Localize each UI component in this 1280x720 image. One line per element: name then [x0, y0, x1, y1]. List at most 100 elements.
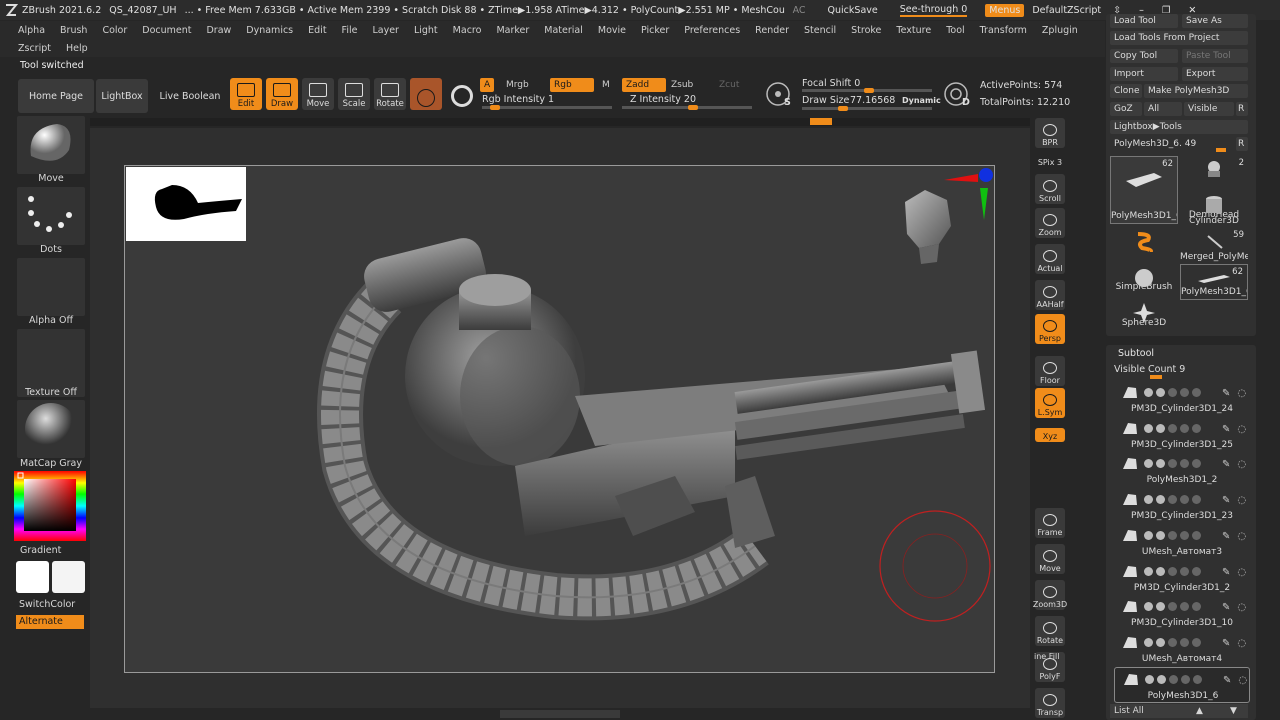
menu-marker[interactable]: Marker	[496, 25, 529, 36]
brush-edit-icon[interactable]: ✎	[1222, 638, 1230, 649]
timeline-track[interactable]	[90, 118, 1030, 126]
folder-dot-icon[interactable]	[1180, 459, 1189, 469]
lock-dot-icon[interactable]	[1168, 530, 1177, 540]
paste-tool-button[interactable]: Paste Tool	[1182, 49, 1248, 63]
shelf-spix-3-button[interactable]: SPix 3	[1035, 154, 1065, 168]
subtool-item[interactable]: ✎ ◌ PM3D_Cylinder3D1_24	[1114, 381, 1250, 417]
mode-dot-icon[interactable]	[1192, 495, 1201, 505]
tool-thumb[interactable]: Merged_PolyMe 59	[1180, 228, 1248, 264]
brush-edit-icon[interactable]: ✎	[1222, 459, 1230, 470]
lock-dot-icon[interactable]	[1168, 388, 1177, 397]
shelf-frame-button[interactable]: Frame	[1035, 508, 1065, 538]
material-selector[interactable]	[17, 400, 85, 458]
mrgb-toggle[interactable]: Mrgb	[502, 78, 533, 92]
shelf-l-sym-button[interactable]: L.Sym	[1035, 388, 1065, 418]
color-picker[interactable]	[14, 471, 86, 541]
polypaint-dot-icon[interactable]	[1157, 674, 1166, 684]
brush-edit-icon[interactable]: ✎	[1222, 388, 1230, 399]
lock-dot-icon[interactable]	[1168, 637, 1177, 647]
menu-preferences[interactable]: Preferences	[684, 25, 740, 36]
lightbox-tools-button[interactable]: Lightbox▶Tools	[1110, 120, 1248, 134]
draw-size-track[interactable]	[802, 106, 932, 111]
z-intensity-slider[interactable]: Z Intensity 20	[630, 94, 696, 105]
lock-dot-icon[interactable]	[1168, 423, 1177, 433]
folder-dot-icon[interactable]	[1180, 388, 1189, 397]
brush-edit-icon[interactable]: ✎	[1223, 675, 1231, 686]
subtool-item[interactable]: ✎ ◌ UMesh_Автомат4	[1114, 631, 1250, 667]
folder-dot-icon[interactable]	[1180, 530, 1189, 540]
polypaint-dot-icon[interactable]	[1156, 388, 1165, 397]
visible-count-knob[interactable]	[1150, 375, 1162, 379]
mode-dot-icon[interactable]	[1192, 637, 1201, 647]
rgb-intensity-slider[interactable]: Rgb Intensity 1	[482, 94, 554, 105]
import-button[interactable]: Import	[1110, 67, 1178, 81]
folder-dot-icon[interactable]	[1180, 423, 1189, 433]
folder-dot-icon[interactable]	[1180, 602, 1189, 612]
subtool-toggles[interactable]: ✎ ◌	[1144, 388, 1246, 399]
focal-shift-track[interactable]	[802, 88, 932, 93]
eye-icon[interactable]: ◌	[1237, 424, 1246, 435]
subtool-toggles[interactable]: ✎ ◌	[1144, 602, 1246, 613]
current-tool-r-button[interactable]: R	[1236, 137, 1248, 151]
shelf-zoom-button[interactable]: Zoom	[1035, 208, 1065, 238]
bottom-tray-toggle[interactable]	[500, 710, 620, 718]
see-through-slider[interactable]: See-through 0	[899, 4, 968, 17]
brush-edit-icon[interactable]: ✎	[1222, 602, 1230, 613]
scale-button[interactable]: Scale	[338, 78, 370, 110]
menu-transform[interactable]: Transform	[980, 25, 1027, 36]
zcut-toggle[interactable]: Zcut	[715, 78, 743, 92]
mode-dot-icon[interactable]	[1192, 388, 1201, 397]
eye-icon[interactable]: ◌	[1237, 388, 1246, 399]
menu-file[interactable]: File	[342, 25, 358, 36]
default-zscript-button[interactable]: DefaultZScript	[1032, 5, 1101, 16]
subtool-item[interactable]: ✎ ◌ PolyMesh3D1_6	[1114, 666, 1250, 703]
zadd-toggle[interactable]: Zadd	[622, 78, 666, 92]
mode-dot-icon[interactable]	[1192, 602, 1201, 612]
rgb-intensity-knob[interactable]	[490, 105, 500, 110]
eye-icon[interactable]: ◌	[1237, 567, 1246, 578]
arrow-down-icon[interactable]: ▼	[1230, 704, 1237, 718]
move-button[interactable]: Move	[302, 78, 334, 110]
subtool-toggles[interactable]: ✎ ◌	[1144, 459, 1246, 470]
lock-dot-icon[interactable]	[1168, 602, 1177, 612]
visibility-dot-icon[interactable]	[1144, 530, 1153, 540]
eye-icon[interactable]: ◌	[1237, 638, 1246, 649]
z-intensity-track[interactable]	[622, 105, 752, 110]
eye-icon[interactable]: ◌	[1237, 495, 1246, 506]
shelf-aahalf-button[interactable]: AAHalf	[1035, 280, 1065, 310]
mode-dot-icon[interactable]	[1192, 566, 1201, 576]
tool-thumb[interactable]: Cylinder3D	[1180, 192, 1248, 228]
mode-dot-icon[interactable]	[1192, 459, 1201, 469]
polypaint-dot-icon[interactable]	[1156, 530, 1165, 540]
timeline-marker[interactable]	[810, 118, 832, 125]
lock-dot-icon[interactable]	[1168, 566, 1177, 576]
shelf-xyz-button[interactable]: Xyz	[1035, 428, 1065, 442]
make-polymesh-button[interactable]: Make PolyMesh3D	[1144, 84, 1248, 98]
eye-icon[interactable]: ◌	[1237, 459, 1246, 470]
shelf-transp-button[interactable]: Transp	[1035, 688, 1065, 718]
brush-selector[interactable]	[17, 116, 85, 174]
material-swatch-button[interactable]	[410, 78, 442, 110]
mode-dot-icon[interactable]	[1193, 674, 1202, 684]
menu-texture[interactable]: Texture	[896, 25, 931, 36]
navigation-thumbnail[interactable]	[126, 167, 246, 241]
visibility-dot-icon[interactable]	[1144, 423, 1153, 433]
subtool-item[interactable]: ✎ ◌ PM3D_Cylinder3D1_25	[1114, 417, 1250, 453]
menu-brush[interactable]: Brush	[60, 25, 87, 36]
menu-edit[interactable]: Edit	[308, 25, 326, 36]
subtool-item[interactable]: ✎ ◌ PolyMesh3D1_2	[1114, 452, 1250, 488]
visibility-dot-icon[interactable]	[1144, 388, 1153, 397]
menu-layer[interactable]: Layer	[372, 25, 399, 36]
folder-dot-icon[interactable]	[1180, 566, 1189, 576]
gyro-toggle-button[interactable]	[446, 78, 478, 110]
menu-render[interactable]: Render	[755, 25, 789, 36]
shelf-scroll-button[interactable]: Scroll	[1035, 174, 1065, 204]
menu-alpha[interactable]: Alpha	[18, 25, 45, 36]
rgb-intensity-track[interactable]	[482, 105, 612, 110]
polypaint-dot-icon[interactable]	[1156, 566, 1165, 576]
clone-button[interactable]: Clone	[1110, 84, 1142, 98]
quicksave-button[interactable]: QuickSave	[828, 5, 878, 16]
goz-r-button[interactable]: R	[1236, 102, 1248, 116]
visibility-dot-icon[interactable]	[1144, 602, 1153, 612]
visible-count-slider[interactable]: Visible Count 9	[1114, 364, 1185, 375]
